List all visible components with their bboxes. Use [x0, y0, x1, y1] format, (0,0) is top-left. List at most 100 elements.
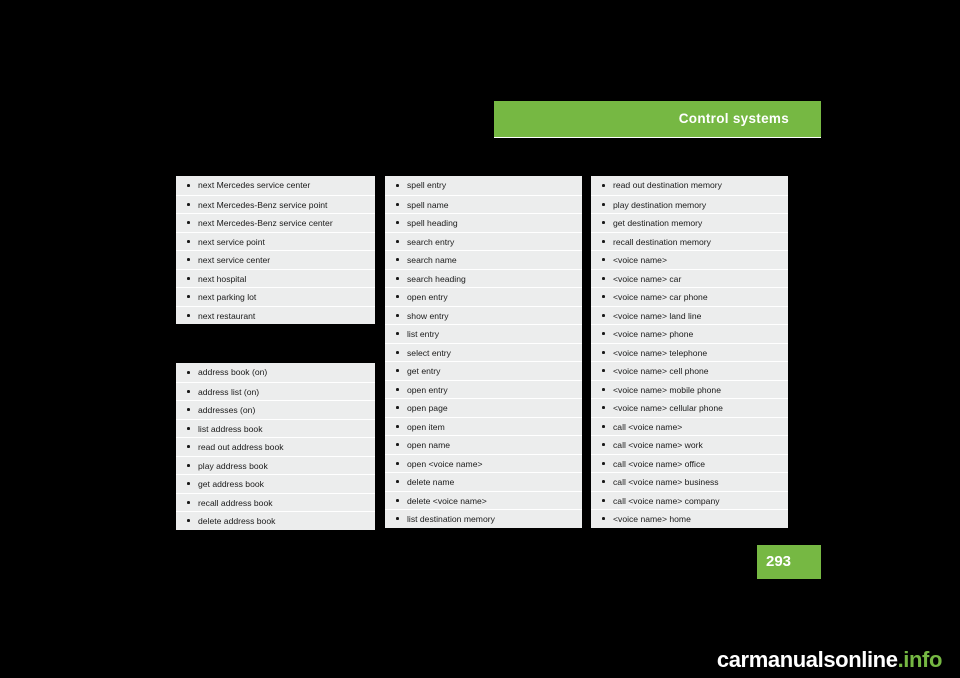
list-item: open entry: [385, 379, 582, 399]
list-item-label: addresses (on): [198, 405, 256, 415]
list-item-label: open entry: [407, 384, 448, 395]
list-item-label: <voice name> telephone: [613, 347, 708, 358]
bullet-icon: [396, 461, 399, 465]
bullet-icon: [602, 369, 605, 373]
bullet-icon: [396, 387, 399, 391]
bullet-icon: [602, 258, 605, 262]
list-item-label: call <voice name> work: [613, 440, 703, 450]
bullet-icon: [602, 461, 605, 465]
list-item: open entry: [385, 287, 582, 306]
list-item-label: list address book: [198, 423, 263, 434]
list-item: show entry: [385, 305, 582, 325]
list-item: address list (on): [176, 381, 375, 401]
list-item: address book (on): [176, 363, 375, 382]
bullet-icon: [187, 445, 190, 449]
list-item-label: play address book: [198, 460, 268, 471]
list-item: next hospital: [176, 268, 375, 288]
list-item-label: call <voice name> office: [613, 458, 706, 469]
list-item: search name: [385, 250, 582, 269]
bullet-icon: [602, 350, 605, 354]
bullet-icon: [187, 239, 190, 243]
list-item-label: list destination memory: [407, 514, 495, 524]
bullet-icon: [187, 183, 190, 187]
list-item-label: recall destination memory: [613, 236, 711, 247]
list-item-label: call <voice name> business: [613, 477, 719, 487]
list-item-label: search heading: [407, 273, 466, 284]
bullet-icon: [187, 408, 190, 412]
list-item: next parking lot: [176, 287, 375, 306]
list-item: spell heading: [385, 213, 582, 232]
bullet-icon: [602, 443, 605, 447]
bullet-icon: [396, 332, 399, 336]
bullet-icon: [187, 500, 190, 504]
bullet-icon: [187, 519, 190, 523]
bullet-icon: [602, 276, 605, 280]
list-item: <voice name> car phone: [591, 287, 788, 306]
bullet-icon: [396, 369, 399, 373]
list-item-label: read out destination memory: [613, 180, 722, 190]
list-item: play destination memory: [591, 194, 788, 214]
bullet-icon: [396, 221, 399, 225]
list-item-label: get entry: [407, 366, 441, 376]
table-address-book: address book (on) address list (on) addres…: [176, 363, 375, 530]
list-item-label: select entry: [407, 347, 451, 358]
list-item-label: <voice name> cell phone: [613, 366, 709, 376]
list-item-label: next service center: [198, 255, 271, 265]
bullet-icon: [187, 370, 190, 374]
list-item: <voice name> telephone: [591, 342, 788, 362]
list-item: play address book: [176, 455, 375, 475]
list-item: <voice name> cell phone: [591, 361, 788, 380]
list-item-label: spell entry: [407, 180, 447, 190]
list-item: recall destination memory: [591, 231, 788, 251]
list-item-label: open <voice name>: [407, 458, 483, 469]
list-item-label: <voice name> land line: [613, 310, 702, 321]
list-item: search heading: [385, 268, 582, 288]
list-item: get entry: [385, 361, 582, 380]
list-item-label: delete address book: [198, 516, 276, 526]
list-item: <voice name> home: [591, 509, 788, 528]
bullet-icon: [187, 482, 190, 486]
list-item: next Mercedes-Benz service point: [176, 194, 375, 214]
bullet-icon: [187, 463, 190, 467]
bullet-icon: [396, 258, 399, 262]
list-item-label: search entry: [407, 236, 455, 247]
list-item: open item: [385, 416, 582, 436]
bullet-icon: [602, 313, 605, 317]
list-item-label: next hospital: [198, 273, 247, 284]
list-item: delete <voice name>: [385, 490, 582, 510]
list-entry-commands: spell entry spell name spell heading search…: [385, 176, 582, 528]
bullet-icon: [602, 480, 605, 484]
list-item-label: delete name: [407, 477, 455, 487]
list-item-label: <voice name> car: [613, 273, 682, 284]
footer-text: carmanualsonline: [716, 647, 898, 672]
list-item-label: next service point: [198, 236, 265, 247]
list-item-label: recall address book: [198, 497, 273, 508]
footer-suffix: .info: [897, 647, 943, 672]
list-item: open <voice name>: [385, 453, 582, 473]
list-item: read out address book: [176, 437, 375, 456]
list-item-label: <voice name> home: [613, 514, 691, 524]
list-item: call <voice name> company: [591, 490, 788, 510]
list-address-book: address book (on) address list (on) addres…: [176, 363, 375, 530]
bullet-icon: [187, 276, 190, 280]
bullet-icon: [187, 295, 190, 299]
bullet-icon: [187, 313, 190, 317]
list-item: <voice name> land line: [591, 305, 788, 325]
list-item-label: address list (on): [198, 386, 260, 397]
list-item: search entry: [385, 231, 582, 251]
list-item-label: delete <voice name>: [407, 495, 487, 506]
list-item: delete address book: [176, 511, 375, 530]
bullet-icon: [602, 221, 605, 225]
list-item: read out destination memory: [591, 176, 788, 195]
bullet-icon: [396, 183, 399, 187]
bullet-icon: [396, 276, 399, 280]
list-item: call <voice name> work: [591, 435, 788, 454]
list-item: call <voice name>: [591, 416, 788, 436]
bullet-icon: [602, 387, 605, 391]
list-item-label: <voice name> cellular phone: [613, 403, 723, 413]
header-underline: [494, 137, 821, 138]
bullet-icon: [187, 221, 190, 225]
bullet-icon: [602, 498, 605, 502]
list-item-label: call <voice name> company: [613, 495, 720, 506]
list-item-label: next Mercedes-Benz service center: [198, 218, 333, 228]
